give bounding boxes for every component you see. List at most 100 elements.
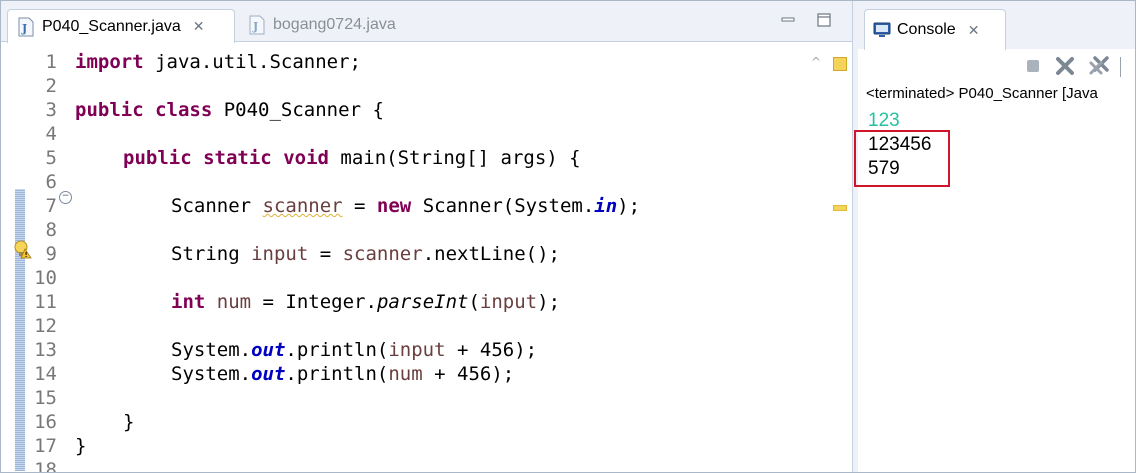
static-field: in (594, 195, 618, 217)
java-file-icon: J (249, 15, 265, 35)
toolbar-separator (1120, 57, 1121, 77)
keyword: import (75, 51, 144, 73)
tab-console[interactable]: Console ✕ (864, 9, 1006, 50)
line-number: 13 (34, 339, 57, 361)
code-text: main(String[] args) { (328, 147, 581, 169)
code-text: ); (537, 291, 561, 313)
line-number: 2 (45, 75, 57, 97)
svg-text:J: J (252, 20, 258, 33)
tab-label: P040_Scanner.java (42, 17, 181, 35)
code-text: .println( (285, 363, 389, 385)
code-line-9: String input = scanner.nextLine(); (171, 242, 560, 266)
local-variable: num (388, 363, 423, 385)
line-number: 1 (45, 51, 57, 73)
editor-tab-bar: J P040_Scanner.java ✕ J bogang0724.java (1, 1, 852, 43)
remove-launch-icon[interactable] (1054, 55, 1076, 77)
remove-all-terminated-icon[interactable] (1088, 55, 1110, 77)
line-number: 8 (45, 219, 57, 241)
keyword: public (75, 99, 144, 121)
code-text: Scanner (171, 195, 263, 217)
terminate-icon[interactable] (1022, 55, 1044, 77)
code-text: System. (171, 339, 252, 361)
line-number: 17 (34, 435, 57, 457)
warning-summary-icon[interactable] (833, 57, 847, 71)
code-text: = (342, 195, 377, 217)
keyword: void (283, 147, 329, 169)
line-number-gutter: 1 2 3 4 5 6 7 8 9 10 11 12 13 14 15 16 1… (1, 43, 72, 472)
maximize-icon[interactable] (817, 13, 831, 27)
keyword: static (203, 147, 272, 169)
code-text: = Integer. (251, 291, 377, 313)
code-line-11: int num = Integer.parseInt(input); (171, 290, 560, 314)
code-line-13: System.out.println(input + 456); (171, 338, 537, 362)
tab-p040-scanner[interactable]: J P040_Scanner.java ✕ (7, 9, 235, 43)
line-number: 14 (34, 363, 57, 385)
code-line-1: import java.util.Scanner; (75, 50, 361, 74)
output-highlight-box (854, 130, 950, 187)
line-number: 11 (34, 291, 57, 313)
line-number: 16 (34, 411, 57, 433)
code-line-7: Scanner scanner = new Scanner(System.in)… (171, 194, 640, 218)
local-variable: input (251, 243, 309, 265)
minimize-icon[interactable] (781, 15, 795, 25)
overview-ruler[interactable]: ^ (811, 43, 852, 472)
line-number: 10 (34, 267, 57, 289)
line-number: 3 (45, 99, 57, 121)
local-variable: num (216, 291, 252, 313)
code-line-5: public static void main(String[] args) { (123, 146, 581, 170)
line-number: 7 (45, 195, 57, 217)
code-text: .println( (285, 339, 389, 361)
static-field: out (251, 339, 286, 361)
code-text: + 456); (422, 363, 515, 385)
local-variable: scanner (262, 195, 343, 217)
console-tab-bar: Console ✕ (858, 1, 1135, 50)
line-number: 18 (34, 460, 57, 472)
keyword: new (376, 195, 412, 217)
code-text: java.util.Scanner; (143, 51, 361, 73)
code-text: ( (468, 291, 480, 313)
code-text: + 456); (445, 339, 538, 361)
code-line-3: public class P040_Scanner { (75, 98, 384, 122)
line-number: 4 (45, 123, 57, 145)
tab-label: bogang0724.java (273, 16, 396, 33)
editor-pane: J P040_Scanner.java ✕ J bogang0724.java (1, 1, 852, 472)
keyword: public (123, 147, 192, 169)
launch-status: <terminated> P040_Scanner [Java (866, 85, 1098, 102)
line-number: 5 (45, 147, 57, 169)
code-line-16: } (123, 411, 135, 433)
code-text: P040_Scanner { (212, 99, 384, 121)
code-text: System. (171, 363, 252, 385)
static-field: out (251, 363, 286, 385)
keyword: class (155, 99, 213, 121)
code-editor[interactable]: import java.util.Scanner; public class P… (71, 43, 811, 472)
keyword: int (171, 291, 206, 313)
code-text: = (308, 243, 343, 265)
line-number: 12 (34, 315, 57, 337)
console-view: Console ✕ <terminated> P040_Scanner [Jav… (854, 1, 1135, 472)
svg-text:J: J (21, 22, 27, 35)
line-number: 6 (45, 171, 57, 193)
console-toolbar (858, 49, 1135, 81)
line-number: 15 (34, 387, 57, 409)
tab-bogang0724[interactable]: J bogang0724.java (239, 10, 396, 40)
local-variable: input (479, 291, 538, 313)
local-variable: scanner (342, 243, 423, 265)
close-icon[interactable]: ✕ (193, 18, 205, 35)
warning-marker[interactable] (833, 205, 847, 211)
code-text: ); (617, 195, 641, 217)
code-line-17: } (75, 435, 87, 457)
warning-lightbulb-icon[interactable] (13, 239, 33, 259)
code-line-14: System.out.println(num + 456); (171, 362, 514, 386)
code-text: String (171, 243, 252, 265)
tab-label: Console (897, 21, 956, 38)
java-file-icon: J (18, 17, 34, 36)
static-method: parseInt (376, 291, 469, 313)
code-text: .nextLine(); (422, 243, 560, 265)
chevron-up-icon: ^ (811, 55, 822, 69)
code-text: Scanner(System. (411, 195, 595, 217)
local-variable: input (388, 339, 446, 361)
console-icon (873, 22, 891, 37)
close-icon[interactable]: ✕ (968, 22, 980, 39)
ide-window: J P040_Scanner.java ✕ J bogang0724.java (0, 0, 1136, 473)
